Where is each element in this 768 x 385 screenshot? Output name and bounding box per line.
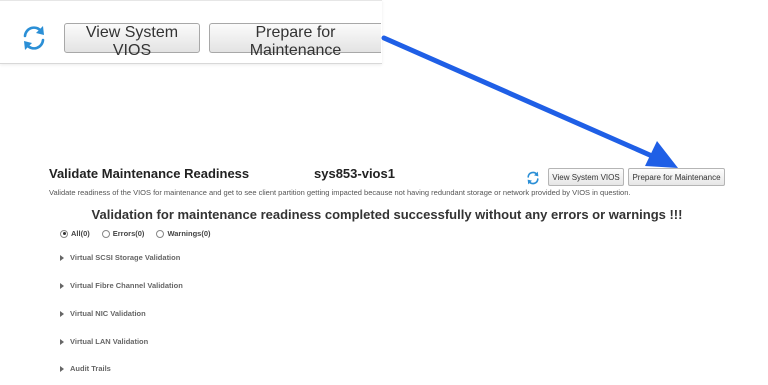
section-label: Virtual SCSI Storage Validation [70,253,181,262]
section-virtual-fibre-channel[interactable]: Virtual Fibre Channel Validation [60,281,183,290]
filter-label: All(0) [71,229,90,238]
filter-errors[interactable]: Errors(0) [101,229,145,238]
vios-name: sys853-vios1 [314,166,395,181]
expand-triangle-icon [60,310,64,317]
expand-triangle-icon [60,282,64,289]
filter-label: Warnings(0) [167,229,211,238]
expand-triangle-icon [60,365,64,372]
view-system-vios-button[interactable]: View System VIOS [548,168,624,186]
section-virtual-nic[interactable]: Virtual NIC Validation [60,309,146,318]
refresh-icon[interactable] [525,170,541,186]
section-label: Virtual NIC Validation [70,309,146,318]
section-label: Virtual LAN Validation [70,337,149,346]
filter-all[interactable]: All(0) [60,229,90,238]
prepare-for-maintenance-button[interactable]: Prepare for Maintenance [628,168,725,186]
section-audit-trails[interactable]: Audit Trails [60,364,111,373]
page-description: Validate readiness of the VIOS for maint… [49,188,631,197]
page-title: Validate Maintenance Readiness [49,166,250,181]
section-label: Virtual Fibre Channel Validation [70,281,183,290]
section-label: Audit Trails [70,364,111,373]
section-virtual-scsi-storage[interactable]: Virtual SCSI Storage Validation [60,253,180,262]
expand-triangle-icon [60,254,64,261]
section-virtual-lan[interactable]: Virtual LAN Validation [60,337,148,346]
validation-status-message: Validation for maintenance readiness com… [91,207,683,222]
radio-selected-icon[interactable] [60,229,68,238]
expand-triangle-icon [60,338,64,345]
filter-label: Errors(0) [112,229,145,238]
filter-radio-group: All(0) Errors(0) Warnings(0) [60,229,223,238]
radio-icon[interactable] [156,229,165,238]
filter-warnings[interactable]: Warnings(0) [156,229,211,238]
radio-icon[interactable] [101,229,110,238]
